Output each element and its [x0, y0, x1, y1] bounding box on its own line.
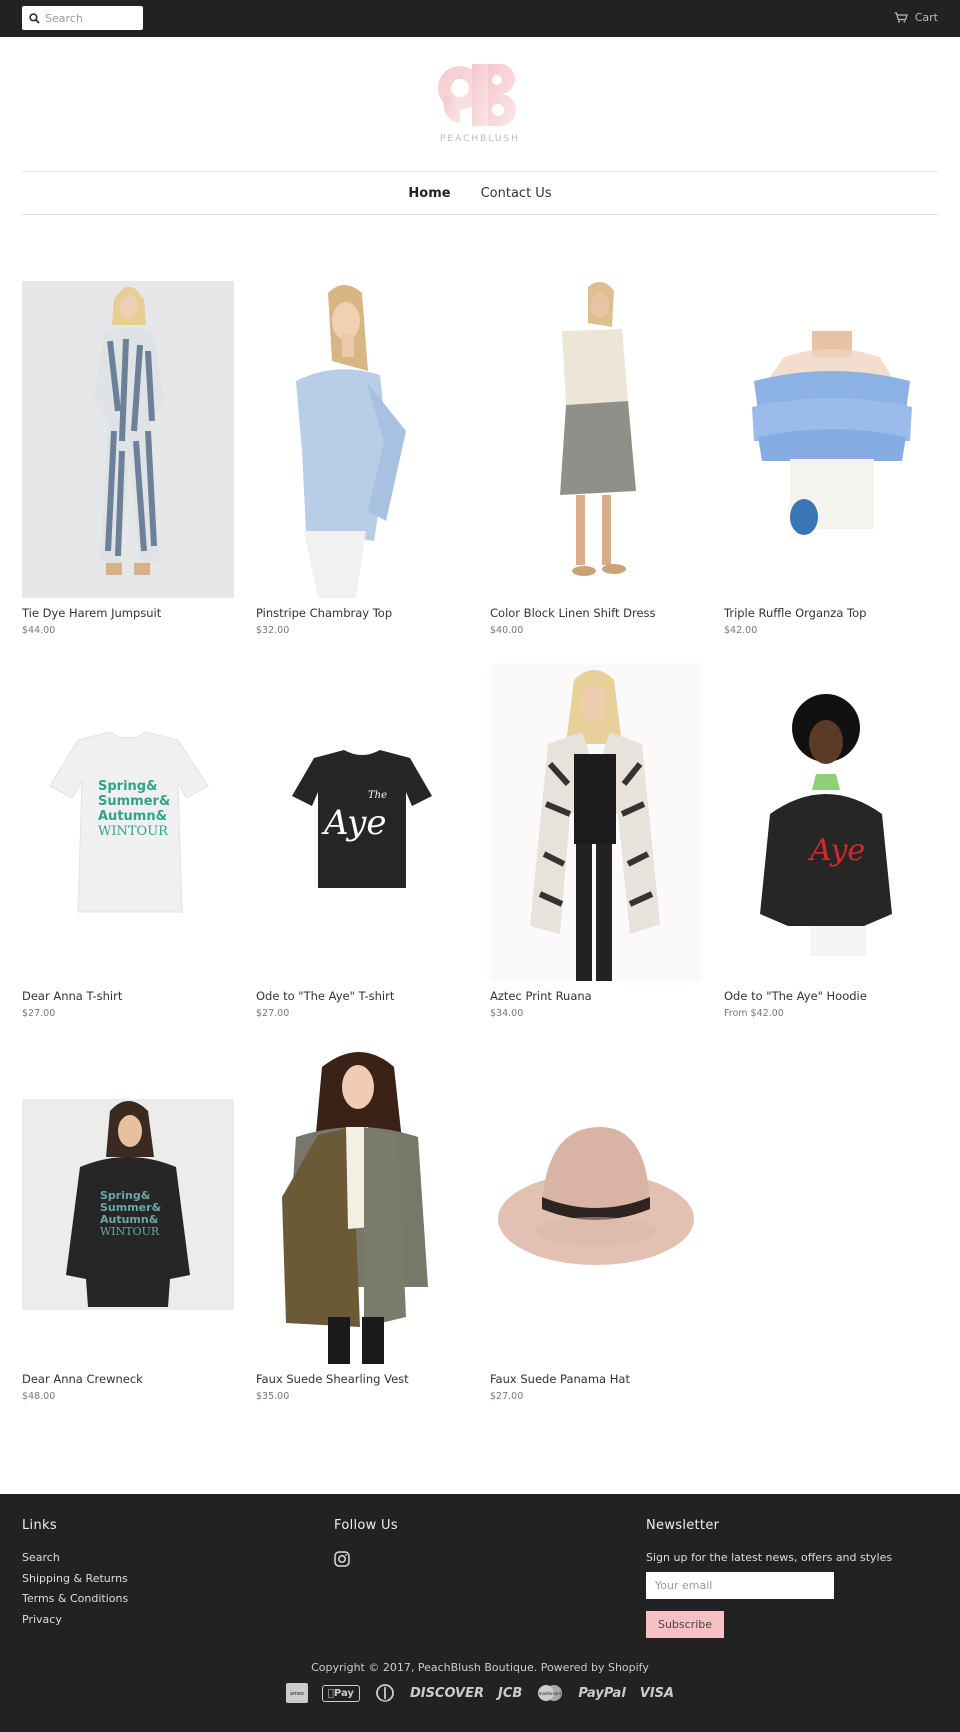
search-input[interactable]: [45, 11, 135, 25]
payment-icons: amex Pay diners DISCOVER JCB mastercard…: [0, 1683, 960, 1703]
tee-print-line: WINTOUR: [98, 824, 169, 839]
newsletter-title: Newsletter: [646, 1518, 720, 1533]
mastercard-label: mastercard: [539, 1691, 562, 1696]
logo-mark: [438, 64, 516, 126]
product-image[interactable]: Spring& Summer& Autumn& WINTOUR: [22, 664, 234, 981]
product-image[interactable]: Aye: [724, 664, 936, 981]
product-name[interactable]: Triple Ruffle Organza Top: [724, 606, 866, 620]
footer-follow-title: Follow Us: [334, 1518, 398, 1533]
main-nav: Home Contact Us: [22, 171, 938, 215]
apple-pay-icon: Pay: [321, 1684, 360, 1702]
product-price: $44.00: [22, 625, 56, 636]
svg-text:WINTOUR: WINTOUR: [100, 1225, 160, 1238]
cart-icon: [894, 12, 908, 23]
product-price: $42.00: [724, 625, 758, 636]
footer-links: Links Search Shipping & Returns Terms & …: [22, 1518, 128, 1633]
product-name[interactable]: Aztec Print Ruana: [490, 989, 592, 1003]
search-box[interactable]: [22, 6, 143, 30]
search-icon: [29, 12, 40, 24]
footer-follow: Follow Us: [334, 1518, 398, 1571]
newsletter-email-input[interactable]: [646, 1572, 834, 1599]
product-image[interactable]: Spring& Summer& Autumn& WINTOUR: [22, 1047, 234, 1364]
product-price: $34.00: [490, 1008, 524, 1019]
product-image[interactable]: [490, 1047, 702, 1364]
subscribe-button[interactable]: Subscribe: [646, 1611, 724, 1638]
paypal-icon: PayPal: [575, 1685, 625, 1701]
nav-home[interactable]: Home: [408, 186, 450, 201]
diners-club-icon: diners: [376, 1684, 394, 1703]
amex-icon: amex: [285, 1683, 308, 1703]
product-price: $32.00: [256, 625, 290, 636]
jcb-icon: JCB: [495, 1685, 522, 1701]
site-footer: Links Search Shipping & Returns Terms & …: [0, 1494, 960, 1732]
apple-pay-label: Pay: [330, 1687, 354, 1699]
tee-print-small: The: [368, 790, 387, 801]
product-name[interactable]: Ode to "The Aye" Hoodie: [724, 989, 867, 1003]
footer-newsletter: Newsletter Sign up for the latest news, …: [646, 1518, 892, 1638]
footer-link-shipping[interactable]: Shipping & Returns: [22, 1572, 128, 1585]
footer-link-privacy[interactable]: Privacy: [22, 1613, 128, 1626]
product-name[interactable]: Color Block Linen Shift Dress: [490, 606, 656, 620]
amex-label: amex: [290, 1691, 304, 1697]
visa-icon: VISA: [636, 1685, 674, 1701]
product-price: $27.00: [490, 1391, 524, 1402]
product-image[interactable]: [256, 281, 468, 598]
nav-contact-us[interactable]: Contact Us: [481, 186, 552, 201]
product-name[interactable]: Faux Suede Shearling Vest: [256, 1372, 409, 1386]
instagram-icon[interactable]: [334, 1551, 350, 1567]
diners-label: diners: [382, 1700, 388, 1703]
tee-print-line: Spring&: [98, 779, 157, 794]
product-name[interactable]: Pinstripe Chambray Top: [256, 606, 392, 620]
svg-text:Aye: Aye: [807, 833, 865, 868]
product-price: $48.00: [22, 1391, 56, 1402]
cart-label: Cart: [914, 11, 938, 24]
product-price: $27.00: [22, 1008, 56, 1019]
product-name[interactable]: Tie Dye Harem Jumpsuit: [22, 606, 161, 620]
tee-print-line: Autumn&: [98, 809, 167, 824]
mastercard-icon: mastercard: [538, 1685, 563, 1701]
product-name[interactable]: Ode to "The Aye" T-shirt: [256, 989, 394, 1003]
newsletter-text: Sign up for the latest news, offers and …: [646, 1551, 893, 1564]
product-name[interactable]: Dear Anna Crewneck: [22, 1372, 143, 1386]
brand-logo[interactable]: PEACHBLUSH: [430, 58, 530, 148]
product-image[interactable]: [724, 281, 936, 598]
footer-link-terms[interactable]: Terms & Conditions: [22, 1592, 128, 1605]
product-price: $35.00: [256, 1391, 290, 1402]
cart-link[interactable]: Cart: [894, 11, 938, 24]
product-price: $27.00: [256, 1008, 290, 1019]
product-price: $40.00: [490, 625, 524, 636]
tee-print-script: Aye: [321, 803, 387, 843]
discover-icon: DISCOVER: [406, 1685, 484, 1701]
footer-links-title: Links: [22, 1518, 57, 1533]
product-image[interactable]: [490, 281, 702, 598]
copyright: Copyright © 2017, PeachBlush Boutique. P…: [311, 1661, 649, 1674]
product-name[interactable]: Faux Suede Panama Hat: [490, 1372, 630, 1386]
tee-print-line: Summer&: [98, 794, 170, 809]
footer-link-search[interactable]: Search: [22, 1551, 128, 1564]
product-name[interactable]: Dear Anna T-shirt: [22, 989, 122, 1003]
product-image[interactable]: [22, 281, 234, 598]
brand-wordmark: PEACHBLUSH: [440, 134, 520, 144]
top-bar: Cart: [0, 0, 960, 37]
product-image[interactable]: [256, 1047, 468, 1364]
product-price: From $42.00: [724, 1008, 784, 1019]
product-image[interactable]: [490, 664, 702, 981]
product-image[interactable]: Aye The: [256, 664, 468, 981]
